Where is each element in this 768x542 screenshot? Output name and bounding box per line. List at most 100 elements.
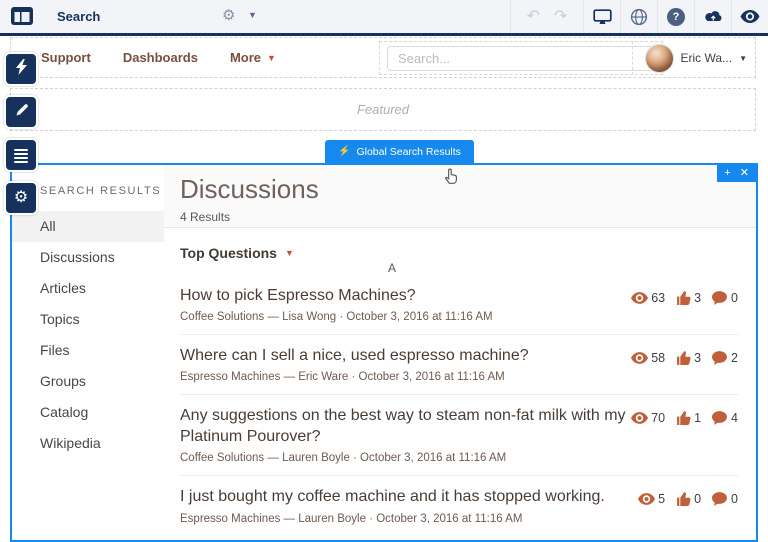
facet-item-discussions[interactable]: Discussions — [12, 242, 164, 273]
component-corner-actions: + ✕ — [717, 165, 756, 182]
views-stat: 58 — [631, 351, 665, 365]
facet-item-files[interactable]: Files — [12, 335, 164, 366]
thumbs-up-icon — [677, 351, 691, 366]
theme-panel-button[interactable] — [4, 95, 38, 129]
builder-toolbar: Search ⚙ ▼ ↶ ↷ ? — [0, 0, 768, 36]
thumbs-up-icon — [677, 492, 691, 507]
nav-item-dashboards[interactable]: Dashboards — [123, 50, 198, 65]
device-preview-button[interactable] — [583, 0, 620, 33]
user-name: Eric Wa... — [680, 51, 733, 65]
thumbs-up-icon — [677, 291, 691, 305]
lightning-icon: ⚡ — [338, 145, 351, 157]
result-title-link[interactable]: Where can I sell a nice, used espresso m… — [180, 345, 529, 366]
global-search-results-component: + ✕ SEARCH RESULTS All Discussions Artic… — [10, 163, 758, 542]
close-component-icon[interactable]: ✕ — [740, 168, 749, 179]
page-title: Search — [57, 9, 101, 24]
preview-button[interactable] — [731, 0, 768, 33]
comments-stat: 0 — [712, 492, 738, 506]
page-dropdown-caret-icon[interactable]: ▼ — [248, 10, 257, 20]
likes-stat[interactable]: 0 — [676, 491, 701, 507]
chat-bubble-icon — [712, 410, 727, 425]
results-header: Discussions 4 Results — [164, 165, 756, 228]
page-settings-gear-icon[interactable]: ⚙ — [222, 6, 235, 24]
monitor-icon — [592, 8, 612, 24]
redo-icon[interactable]: ↷ — [554, 8, 567, 25]
facet-item-articles[interactable]: Articles — [12, 273, 164, 304]
results-count: 4 Results — [180, 210, 231, 225]
result-row: I just bought my coffee machine and it h… — [180, 476, 738, 535]
facet-item-all[interactable]: All — [12, 211, 164, 242]
chat-bubble-icon — [712, 350, 727, 365]
results-title: Discussions — [180, 174, 319, 204]
comments-stat: 4 — [712, 411, 738, 425]
toolbar-actions: ↶ ↷ ? — [510, 0, 768, 33]
search-results-facets: SEARCH RESULTS All Discussions Articles … — [12, 165, 164, 540]
chevron-down-icon: ▼ — [284, 248, 294, 258]
help-icon: ? — [667, 7, 685, 26]
global-search-input[interactable] — [387, 45, 655, 71]
eye-icon — [631, 351, 649, 364]
chat-bubble-icon — [712, 290, 727, 305]
undo-redo-group: ↶ ↷ — [510, 0, 583, 33]
chat-bubble-icon — [712, 492, 727, 506]
settings-panel-button[interactable]: ⚙ — [4, 181, 38, 215]
facet-item-wikipedia[interactable]: Wikipedia — [12, 428, 164, 459]
facets-header: SEARCH RESULTS — [40, 185, 162, 197]
components-panel-button[interactable] — [4, 52, 38, 86]
page-layout-icon[interactable] — [10, 6, 34, 31]
eye-icon — [631, 291, 649, 304]
community-builder-canvas: { "topbar": { "page_label": "Search", "u… — [0, 0, 768, 542]
page-structure-button[interactable] — [4, 138, 38, 172]
list-icon — [14, 149, 28, 163]
result-meta: Espresso Machines — Lauren Boyle · Octob… — [180, 512, 523, 525]
eye-icon — [631, 411, 649, 424]
gear-icon: ⚙ — [13, 189, 29, 206]
cloud-upload-icon — [704, 11, 721, 21]
result-row: Where can I sell a nice, used espresso m… — [180, 335, 738, 396]
result-title-link[interactable]: Any suggestions on the best way to steam… — [180, 405, 630, 447]
views-stat: 5 — [638, 492, 665, 506]
user-profile-menu[interactable]: Eric Wa... ▼ — [631, 41, 753, 75]
discussions-panel: Discussions 4 Results Top Questions ▼ A … — [164, 165, 756, 540]
likes-stat[interactable]: 3 — [676, 350, 701, 366]
likes-stat[interactable]: 1 — [676, 410, 701, 426]
component-tag-global-search-results[interactable]: ⚡ Global Search Results — [325, 140, 474, 163]
featured-label: Featured — [356, 102, 410, 117]
result-row: Any suggestions on the best way to steam… — [180, 395, 738, 477]
community-nav-bar: Support Dashboards More ▼ Eric Wa... ▼ — [10, 37, 756, 78]
comments-stat: 0 — [712, 291, 738, 305]
lightning-icon — [15, 59, 28, 79]
thumbs-up-icon — [677, 411, 691, 426]
featured-region[interactable]: Featured — [10, 88, 756, 131]
result-meta: Coffee Solutions — Lauren Boyle · Octobe… — [180, 452, 507, 465]
chevron-down-icon: ▼ — [739, 53, 747, 63]
move-component-icon[interactable]: + — [724, 168, 730, 179]
component-tag-label: Global Search Results — [356, 145, 461, 158]
result-stats: 5 0 0 — [638, 486, 738, 507]
group-divider-letter: A — [388, 261, 397, 275]
nav-item-more[interactable]: More ▼ — [230, 50, 276, 65]
eye-icon — [638, 493, 656, 505]
result-meta: Espresso Machines — Eric Ware · October … — [180, 371, 505, 384]
result-title-link[interactable]: I just bought my coffee machine and it h… — [180, 486, 605, 507]
globe-icon — [630, 8, 648, 25]
result-stats: 58 3 2 — [631, 345, 738, 366]
locale-button[interactable] — [620, 0, 657, 33]
result-meta: Coffee Solutions — Lisa Wong · October 3… — [180, 311, 493, 324]
facet-item-groups[interactable]: Groups — [12, 366, 164, 397]
sort-dropdown[interactable]: Top Questions ▼ — [164, 228, 756, 261]
facet-item-catalog[interactable]: Catalog — [12, 397, 164, 428]
undo-icon[interactable]: ↶ — [527, 8, 540, 25]
eye-icon — [740, 10, 760, 23]
result-title-link[interactable]: How to pick Espresso Machines? — [180, 285, 493, 306]
facet-item-topics[interactable]: Topics — [12, 304, 164, 335]
views-stat: 63 — [631, 291, 665, 305]
help-button[interactable]: ? — [657, 0, 694, 33]
pencil-icon — [14, 103, 29, 122]
likes-stat[interactable]: 3 — [676, 290, 701, 305]
avatar — [644, 43, 674, 73]
result-stats: 70 1 4 — [631, 405, 738, 426]
publish-button[interactable] — [694, 0, 731, 33]
nav-item-support[interactable]: Support — [41, 50, 91, 65]
results-list: How to pick Espresso Machines? Coffee So… — [180, 275, 738, 536]
